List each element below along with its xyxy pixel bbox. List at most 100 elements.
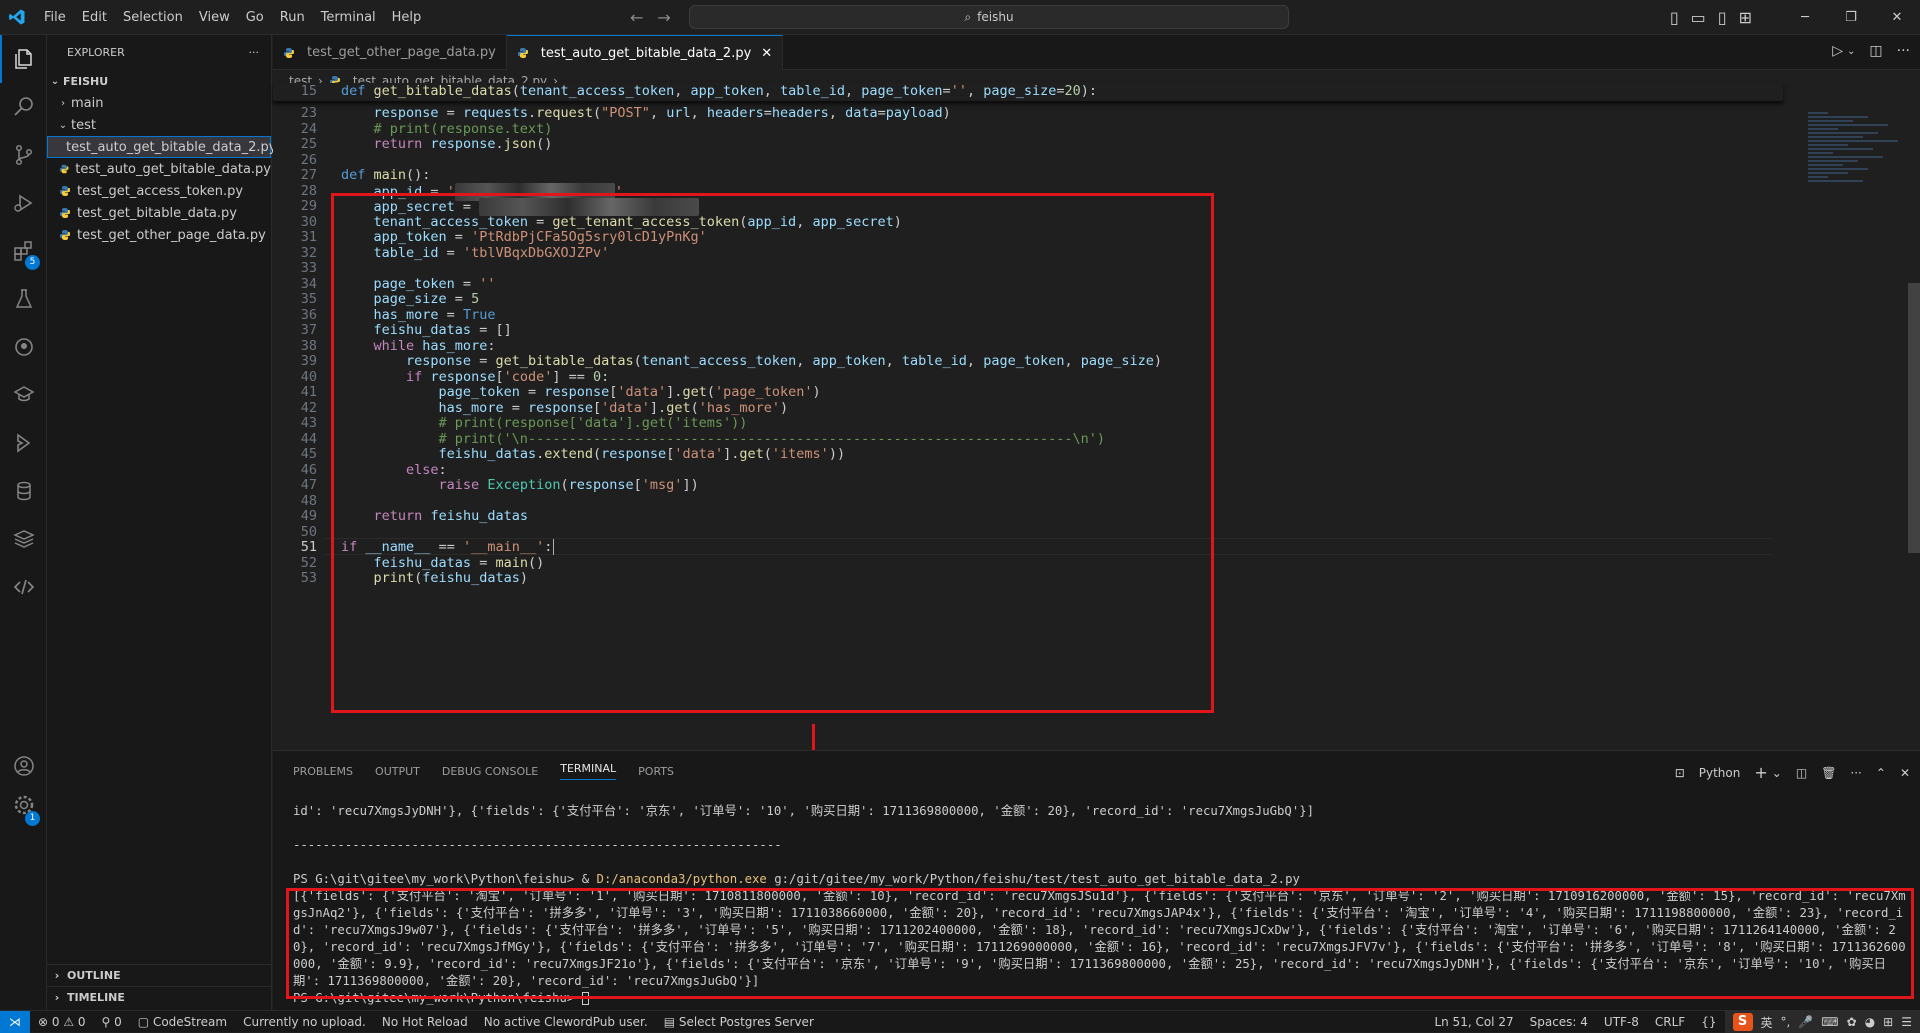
terminal-kind[interactable]: Python [1699, 766, 1741, 780]
run-python-file-icon[interactable]: ▷ [1832, 43, 1843, 59]
source-control-icon[interactable] [0, 131, 47, 179]
more-actions-icon[interactable]: ··· [1850, 766, 1861, 780]
line-number: 43 [273, 415, 317, 431]
toggle-sidebar-icon[interactable]: ▯ [1670, 8, 1679, 27]
settings-gear-icon[interactable]: 1 [0, 781, 47, 829]
line-number: 24 [273, 121, 317, 137]
tab-terminal[interactable]: TERMINAL [560, 762, 616, 780]
run-dropdown-icon[interactable]: ⌄ [1847, 46, 1855, 59]
terminal-icon: ⊡ [1675, 766, 1685, 780]
more-actions-icon[interactable]: ··· [249, 46, 260, 59]
language-braces-icon[interactable]: {} [1693, 1015, 1724, 1029]
testing-icon[interactable] [0, 275, 47, 323]
restore-button[interactable]: ❐ [1828, 10, 1874, 25]
sogou-ime-icon[interactable]: S [1733, 1013, 1753, 1031]
minimap[interactable] [1808, 112, 1908, 232]
new-terminal-icon[interactable]: + [1754, 763, 1767, 782]
cursor-position[interactable]: Ln 51, Col 27 [1426, 1015, 1521, 1029]
file-item[interactable]: test_get_other_page_data.py [47, 224, 271, 246]
upload-status[interactable]: Currently no upload. [235, 1015, 374, 1029]
codestream-status[interactable]: ▢ CodeStream [130, 1015, 235, 1029]
ime-language[interactable]: 英 [1761, 1014, 1773, 1031]
menu-view[interactable]: View [191, 0, 238, 35]
folder-main-label: main [71, 96, 103, 111]
tab-auto-get-bitable-data-2[interactable]: test_auto_get_bitable_data_2.py ✕ [507, 35, 783, 70]
toggle-panel-icon[interactable]: ▭ [1691, 8, 1706, 27]
close-panel-icon[interactable]: ✕ [1900, 766, 1910, 780]
status-bar: ⋊ ⊗ 0 ⚠ 0 ⚲ 0 ▢ CodeStream Currently no … [0, 1010, 1920, 1032]
back-arrow-icon[interactable]: ← [630, 8, 643, 27]
chevron-right-icon: › [47, 969, 67, 982]
codestream-icon[interactable] [0, 419, 47, 467]
tab-debug-console[interactable]: DEBUG CONSOLE [442, 765, 538, 778]
clewd-status[interactable]: No active ClewordPub user. [476, 1015, 656, 1029]
hotreload-status[interactable]: No Hot Reload [374, 1015, 476, 1029]
close-window-button[interactable]: ✕ [1874, 10, 1920, 25]
indentation[interactable]: Spaces: 4 [1522, 1015, 1596, 1029]
menu-selection[interactable]: Selection [115, 0, 191, 35]
menu-file[interactable]: File [36, 0, 74, 35]
workspace-root[interactable]: ⌄ FEISHU [47, 70, 271, 92]
gamepad-icon[interactable]: ◕ [1865, 1015, 1875, 1029]
toolbox-icon[interactable]: ⊞ [1883, 1015, 1893, 1029]
tab-output[interactable]: OUTPUT [375, 765, 420, 778]
command-center-text: feishu [977, 10, 1013, 24]
sticky-scroll-header[interactable]: 15 def get_bitable_datas(tenant_access_t… [273, 83, 1783, 101]
search-view-icon[interactable] [0, 83, 47, 131]
workspace-root-label: FEISHU [63, 75, 108, 88]
keyboard-icon[interactable]: ⌨ [1821, 1015, 1838, 1029]
ports-status[interactable]: ⚲ 0 [94, 1015, 130, 1029]
maximize-panel-icon[interactable]: ⌃ [1876, 766, 1886, 780]
menu-help[interactable]: Help [384, 0, 430, 35]
split-editor-icon[interactable]: ◫ [1869, 43, 1882, 59]
code-line: page_token = response['data'].get('page_… [341, 384, 821, 400]
code-line: return response.json() [341, 136, 552, 152]
file-item[interactable]: test_auto_get_bitable_data_2.py [47, 136, 271, 158]
outline-section[interactable]: › OUTLINE [47, 964, 272, 986]
terminal-output[interactable]: id': 'recu7XmgsJyDNH'}, {'fields': {'支付平… [293, 803, 1908, 1007]
remote-explorer-icon[interactable] [0, 371, 47, 419]
folder-main[interactable]: › main [47, 92, 271, 114]
database-icon[interactable] [0, 467, 47, 515]
toggle-secondary-sidebar-icon[interactable]: ▯ [1718, 8, 1727, 27]
editor-scrollbar[interactable] [1908, 283, 1920, 553]
folder-test[interactable]: ⌄ test [47, 114, 271, 136]
tab-ports[interactable]: PORTS [638, 765, 674, 778]
code-tags-icon[interactable] [0, 563, 47, 611]
encoding[interactable]: UTF-8 [1596, 1015, 1647, 1029]
command-center-search[interactable]: ⌕ feishu [689, 5, 1289, 29]
tab-other-page-data[interactable]: test_get_other_page_data.py [273, 35, 507, 70]
tab-problems[interactable]: PROBLEMS [293, 765, 353, 778]
run-debug-icon[interactable] [0, 179, 47, 227]
minimize-button[interactable]: ─ [1782, 10, 1828, 25]
file-item[interactable]: test_auto_get_bitable_data.py [47, 158, 271, 180]
split-terminal-icon[interactable]: ◫ [1796, 766, 1807, 780]
customize-layout-icon[interactable]: ⊞ [1739, 8, 1752, 27]
github-icon[interactable] [0, 323, 47, 371]
ime-menu-icon[interactable]: ☰ [1901, 1015, 1912, 1029]
end-of-line[interactable]: CRLF [1647, 1015, 1693, 1029]
skin-icon[interactable]: ✿ [1847, 1015, 1857, 1029]
menu-terminal[interactable]: Terminal [313, 0, 384, 35]
problems-status[interactable]: ⊗ 0 ⚠ 0 [30, 1015, 94, 1029]
panel-tabs: PROBLEMS OUTPUT DEBUG CONSOLE TERMINAL P… [273, 751, 1920, 791]
file-item[interactable]: test_get_bitable_data.py [47, 202, 271, 224]
extensions-icon[interactable]: 5 [0, 227, 47, 275]
trash-icon[interactable]: 🗑 [1821, 766, 1836, 780]
code-line: if __name__ == '__main__': [341, 539, 554, 555]
explorer-icon[interactable] [0, 35, 47, 83]
timeline-section[interactable]: › TIMELINE [47, 986, 272, 1008]
ime-punct-icon[interactable]: °, [1781, 1015, 1791, 1029]
file-item[interactable]: test_get_access_token.py [47, 180, 271, 202]
more-actions-icon[interactable]: ··· [1897, 43, 1910, 59]
forward-arrow-icon[interactable]: → [657, 8, 670, 27]
microphone-icon[interactable]: 🎤 [1798, 1015, 1813, 1029]
menu-go[interactable]: Go [238, 0, 272, 35]
layers-icon[interactable] [0, 515, 47, 563]
menu-edit[interactable]: Edit [74, 0, 115, 35]
menu-run[interactable]: Run [272, 0, 313, 35]
postgres-status[interactable]: ▤ Select Postgres Server [656, 1015, 822, 1029]
remote-indicator-icon[interactable]: ⋊ [0, 1011, 30, 1033]
chevron-down-icon[interactable]: ⌄ [1772, 766, 1782, 780]
close-tab-icon[interactable]: ✕ [761, 46, 772, 61]
